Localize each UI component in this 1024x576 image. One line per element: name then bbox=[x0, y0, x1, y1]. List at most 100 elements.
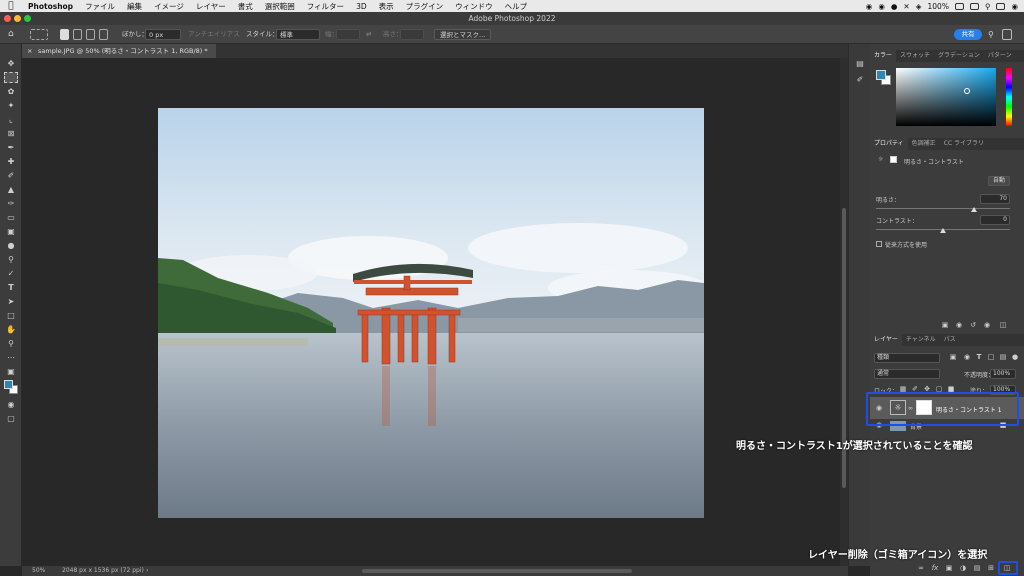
status-icon-a[interactable]: ◉ bbox=[866, 2, 873, 11]
type-tool-icon[interactable]: T bbox=[4, 282, 18, 293]
layer-style-fx-icon[interactable]: fx bbox=[930, 564, 940, 572]
brightness-slider-thumb[interactable] bbox=[970, 207, 977, 212]
tab-paths[interactable]: パス bbox=[940, 334, 960, 346]
menu-help[interactable]: ヘルプ bbox=[499, 1, 534, 12]
quick-mask-icon[interactable]: ◉ bbox=[4, 399, 18, 410]
horizontal-scroll-thumb[interactable] bbox=[362, 569, 632, 573]
menu-image[interactable]: イメージ bbox=[148, 1, 190, 12]
marquee-preset-picker[interactable] bbox=[30, 29, 48, 40]
auto-button[interactable]: 自動 bbox=[988, 176, 1010, 186]
default-colors-icon[interactable]: ▣ bbox=[4, 366, 18, 377]
vertical-scrollbar[interactable] bbox=[840, 58, 848, 566]
rectangular-marquee-tool-icon[interactable] bbox=[4, 72, 18, 83]
select-and-mask-button[interactable]: 選択とマスク... bbox=[434, 29, 492, 40]
filter-type-icon[interactable]: T bbox=[974, 353, 984, 361]
tab-swatches[interactable]: スウォッチ bbox=[896, 50, 934, 62]
delete-adjustment-icon[interactable]: ◫ bbox=[998, 321, 1008, 329]
gradient-tool-icon[interactable]: ▣ bbox=[4, 226, 18, 237]
tab-layers[interactable]: レイヤー bbox=[870, 334, 902, 346]
eraser-tool-icon[interactable]: ▭ bbox=[4, 212, 18, 223]
path-selection-tool-icon[interactable]: ➤ bbox=[4, 296, 18, 307]
tab-cc-libraries[interactable]: CC ライブラリ bbox=[940, 138, 988, 150]
dodge-tool-icon[interactable]: ⚲ bbox=[4, 254, 18, 265]
foreground-color-swatch[interactable] bbox=[4, 380, 13, 389]
close-tab-icon[interactable]: × bbox=[27, 44, 32, 58]
filter-adjustment-icon[interactable]: ◉ bbox=[962, 353, 972, 361]
new-group-icon[interactable]: ▤ bbox=[972, 564, 982, 572]
eyedropper-tool-icon[interactable]: ✒ bbox=[4, 142, 18, 153]
view-previous-icon[interactable]: ◉ bbox=[954, 321, 964, 329]
home-icon[interactable]: ⌂ bbox=[8, 29, 14, 40]
search-icon[interactable]: ⚲ bbox=[988, 29, 994, 40]
clone-stamp-tool-icon[interactable]: ▲ bbox=[4, 184, 18, 195]
status-menu-chevron-icon[interactable]: › bbox=[146, 566, 148, 576]
hand-tool-icon[interactable]: ✋ bbox=[4, 324, 18, 335]
screen-mode-icon[interactable]: ▢ bbox=[4, 413, 18, 424]
reset-adjustment-icon[interactable]: ↺ bbox=[968, 321, 978, 329]
tab-channels[interactable]: チャンネル bbox=[902, 334, 940, 346]
siri-icon[interactable]: ◉ bbox=[1011, 2, 1018, 11]
new-adjustment-layer-icon[interactable]: ◑ bbox=[958, 564, 968, 572]
crop-tool-icon[interactable]: ⌞ bbox=[4, 114, 18, 125]
brightness-slider-track[interactable] bbox=[876, 208, 1010, 209]
color-panel-foreground-swatch[interactable] bbox=[876, 70, 886, 80]
menu-layer[interactable]: レイヤー bbox=[190, 1, 232, 12]
tab-adjustments[interactable]: 色調補正 bbox=[908, 138, 940, 150]
new-selection-icon[interactable] bbox=[60, 29, 69, 40]
filter-pixel-icon[interactable]: ▣ bbox=[948, 353, 958, 361]
history-brush-tool-icon[interactable]: ✑ bbox=[4, 198, 18, 209]
control-center-icon[interactable] bbox=[996, 2, 1006, 10]
height-input[interactable] bbox=[400, 29, 424, 40]
document-tab[interactable]: × sample.JPG @ 50% (明るさ・コントラスト 1, RGB/8)… bbox=[22, 44, 216, 58]
healing-brush-tool-icon[interactable]: ✚ bbox=[4, 156, 18, 167]
minimize-window-icon[interactable] bbox=[14, 15, 21, 22]
color-picker-ring[interactable] bbox=[964, 88, 970, 94]
menu-view[interactable]: 表示 bbox=[373, 1, 400, 12]
pen-tool-icon[interactable]: ✓ bbox=[4, 268, 18, 279]
width-input[interactable] bbox=[336, 29, 360, 40]
link-layers-icon[interactable]: ∞ bbox=[916, 564, 926, 572]
more-tools-icon[interactable]: ⋯ bbox=[4, 352, 18, 363]
document-image[interactable] bbox=[158, 108, 704, 518]
move-tool-icon[interactable]: ✥ bbox=[4, 58, 18, 69]
feather-input[interactable]: 0 px bbox=[145, 29, 181, 40]
menu-app-name[interactable]: Photoshop bbox=[22, 2, 79, 11]
zoom-window-icon[interactable] bbox=[24, 15, 31, 22]
antialias-checkbox-label[interactable]: アンチエイリアス bbox=[188, 29, 240, 40]
intersect-selection-icon[interactable] bbox=[99, 29, 108, 40]
status-icon-c[interactable]: ● bbox=[891, 2, 898, 11]
blend-mode-select[interactable]: 通常 bbox=[874, 369, 940, 379]
document-info[interactable]: 2048 px x 1536 px (72 ppi) bbox=[62, 566, 144, 576]
wifi-icon[interactable]: ◈ bbox=[916, 2, 922, 11]
battery-icon[interactable] bbox=[954, 2, 964, 10]
menu-type[interactable]: 書式 bbox=[232, 1, 259, 12]
swap-dimensions-icon[interactable]: ⇄ bbox=[366, 29, 371, 40]
zoom-tool-icon[interactable]: ⚲ bbox=[4, 338, 18, 349]
lasso-tool-icon[interactable]: ✿ bbox=[4, 86, 18, 97]
tab-patterns[interactable]: パターン bbox=[984, 50, 1016, 62]
contrast-slider-thumb[interactable] bbox=[940, 228, 946, 233]
contrast-input[interactable]: 0 bbox=[980, 215, 1010, 225]
status-icon-b[interactable]: ◉ bbox=[878, 2, 885, 11]
menu-3d[interactable]: 3D bbox=[350, 2, 373, 11]
clip-to-layer-icon[interactable]: ▣ bbox=[940, 321, 950, 329]
history-panel-icon[interactable]: ▤ bbox=[853, 58, 867, 69]
tab-gradients[interactable]: グラデーション bbox=[934, 50, 984, 62]
brush-tool-icon[interactable]: ✐ bbox=[4, 170, 18, 181]
toggle-visibility-icon[interactable]: ◉ bbox=[982, 321, 992, 329]
brush-settings-panel-icon[interactable]: ✐ bbox=[853, 74, 867, 85]
share-button[interactable]: 共有 bbox=[954, 29, 982, 40]
apple-icon[interactable]:  bbox=[0, 1, 22, 11]
legacy-checkbox[interactable] bbox=[876, 241, 882, 247]
object-selection-tool-icon[interactable]: ✦ bbox=[4, 100, 18, 111]
menu-select[interactable]: 選択範囲 bbox=[259, 1, 301, 12]
add-selection-icon[interactable] bbox=[73, 29, 82, 40]
menu-plugins[interactable]: プラグイン bbox=[400, 1, 450, 12]
menu-edit[interactable]: 編集 bbox=[121, 1, 148, 12]
layer-filter-select[interactable]: 種類 bbox=[874, 353, 940, 363]
menu-filter[interactable]: フィルター bbox=[301, 1, 350, 12]
airplay-icon[interactable] bbox=[969, 2, 979, 10]
zoom-level[interactable]: 50% bbox=[32, 566, 45, 576]
filter-smart-object-icon[interactable]: ▤ bbox=[998, 353, 1008, 361]
workspace-icon[interactable] bbox=[1002, 29, 1012, 40]
